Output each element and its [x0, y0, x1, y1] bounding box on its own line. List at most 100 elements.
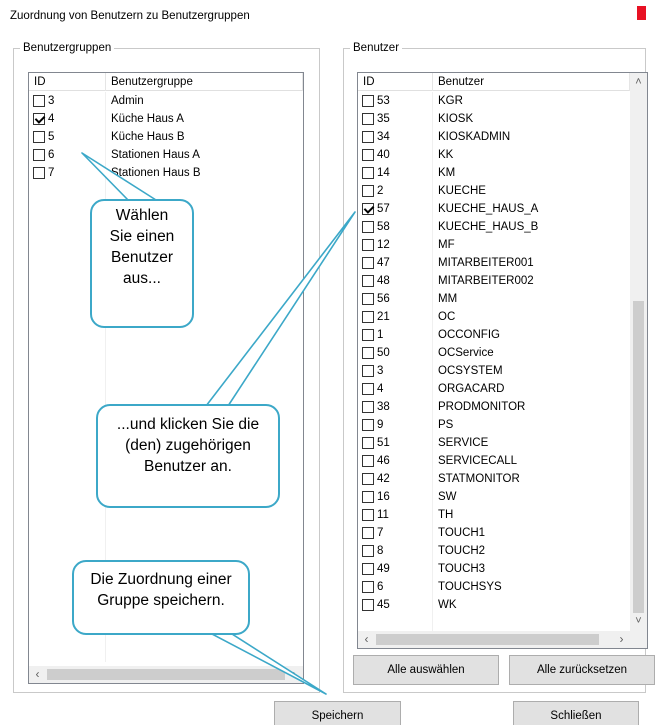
- checkbox[interactable]: [33, 149, 45, 161]
- list-item[interactable]: 38 PRODMONITOR: [358, 398, 630, 416]
- checkbox[interactable]: [33, 167, 45, 179]
- checkbox[interactable]: [362, 113, 374, 125]
- groups-hscrollbar[interactable]: ‹ ›: [29, 666, 303, 683]
- chevron-right-icon[interactable]: ›: [286, 666, 303, 683]
- checkbox[interactable]: [362, 581, 374, 593]
- checkbox[interactable]: [33, 95, 45, 107]
- chevron-up-icon[interactable]: ˄: [630, 74, 647, 91]
- item-id-text: 12: [377, 239, 390, 251]
- list-item[interactable]: 3 OCSYSTEM: [358, 362, 630, 380]
- item-id-text: 8: [377, 545, 384, 557]
- groups-list-header: ID Benutzergruppe: [29, 73, 303, 91]
- scrollbar-thumb[interactable]: [47, 669, 285, 680]
- checkbox[interactable]: [362, 203, 374, 215]
- checkbox[interactable]: [362, 419, 374, 431]
- list-item[interactable]: 16 SW: [358, 488, 630, 506]
- scrollbar-thumb[interactable]: [633, 301, 644, 613]
- checkbox[interactable]: [362, 455, 374, 467]
- checkbox[interactable]: [362, 401, 374, 413]
- checkbox[interactable]: [362, 275, 374, 287]
- list-item[interactable]: 46 SERVICECALL: [358, 452, 630, 470]
- callout-choose-user: Wählen Sie einen Benutzer aus...: [90, 199, 194, 328]
- column-header-user[interactable]: Benutzer: [433, 73, 630, 91]
- checkbox[interactable]: [362, 329, 374, 341]
- checkbox[interactable]: [362, 95, 374, 107]
- checkbox[interactable]: [362, 509, 374, 521]
- item-name-text: KM: [438, 167, 456, 179]
- list-item[interactable]: 51 SERVICE: [358, 434, 630, 452]
- scrollbar-thumb[interactable]: [376, 634, 599, 645]
- column-header-group[interactable]: Benutzergruppe: [106, 73, 303, 91]
- list-item[interactable]: 47 MITARBEITER001: [358, 254, 630, 272]
- list-item[interactable]: 12 MF: [358, 236, 630, 254]
- list-item[interactable]: 49 TOUCH3: [358, 560, 630, 578]
- list-item[interactable]: 40 KK: [358, 146, 630, 164]
- checkbox[interactable]: [362, 185, 374, 197]
- users-vscrollbar[interactable]: ˄ ˅: [630, 73, 647, 631]
- list-item[interactable]: 6 TOUCHSYS: [358, 578, 630, 596]
- users-hscrollbar[interactable]: ‹ ›: [358, 631, 647, 648]
- checkbox[interactable]: [362, 239, 374, 251]
- checkbox[interactable]: [33, 113, 45, 125]
- list-item[interactable]: 7 Stationen Haus B: [29, 164, 303, 182]
- chevron-down-icon[interactable]: ˅: [630, 613, 647, 630]
- close-window-button[interactable]: [637, 6, 646, 20]
- list-item[interactable]: 5 Küche Haus B: [29, 128, 303, 146]
- checkbox[interactable]: [362, 383, 374, 395]
- select-all-button[interactable]: Alle auswählen: [353, 655, 499, 685]
- list-item[interactable]: 4 Küche Haus A: [29, 110, 303, 128]
- list-item[interactable]: 2 KUECHE: [358, 182, 630, 200]
- checkbox[interactable]: [362, 311, 374, 323]
- list-item[interactable]: 45 WK: [358, 596, 630, 614]
- chevron-right-icon[interactable]: ›: [613, 631, 630, 648]
- chevron-left-icon[interactable]: ‹: [29, 666, 46, 683]
- list-item[interactable]: 48 MITARBEITER002: [358, 272, 630, 290]
- list-item-id: 7: [33, 166, 54, 180]
- save-button[interactable]: Speichern: [274, 701, 401, 725]
- list-item[interactable]: 1 OCCONFIG: [358, 326, 630, 344]
- list-item[interactable]: 9 PS: [358, 416, 630, 434]
- checkbox[interactable]: [362, 221, 374, 233]
- close-button[interactable]: Schließen: [513, 701, 639, 725]
- checkbox[interactable]: [362, 545, 374, 557]
- checkbox[interactable]: [362, 473, 374, 485]
- list-item[interactable]: 58 KUECHE_HAUS_B: [358, 218, 630, 236]
- list-item[interactable]: 21 OC: [358, 308, 630, 326]
- checkbox[interactable]: [362, 365, 374, 377]
- item-name-text: KUECHE_HAUS_B: [438, 221, 539, 233]
- chevron-left-icon[interactable]: ‹: [358, 631, 375, 648]
- list-item[interactable]: 7 TOUCH1: [358, 524, 630, 542]
- checkbox[interactable]: [362, 491, 374, 503]
- checkbox[interactable]: [362, 257, 374, 269]
- column-header-id[interactable]: ID: [358, 73, 433, 91]
- list-item[interactable]: 53 KGR: [358, 92, 630, 110]
- list-item[interactable]: 4 ORGACARD: [358, 380, 630, 398]
- list-item[interactable]: 14 KM: [358, 164, 630, 182]
- list-item[interactable]: 35 KIOSK: [358, 110, 630, 128]
- column-header-id[interactable]: ID: [29, 73, 106, 91]
- list-item[interactable]: 42 STATMONITOR: [358, 470, 630, 488]
- checkbox[interactable]: [362, 347, 374, 359]
- list-item[interactable]: 34 KIOSKADMIN: [358, 128, 630, 146]
- checkbox[interactable]: [362, 167, 374, 179]
- checkbox[interactable]: [33, 131, 45, 143]
- checkbox[interactable]: [362, 131, 374, 143]
- groups-legend: Benutzergruppen: [20, 41, 115, 55]
- reset-all-button[interactable]: Alle zurücksetzen: [509, 655, 655, 685]
- checkbox[interactable]: [362, 599, 374, 611]
- item-name-text: SERVICECALL: [438, 455, 518, 467]
- list-item[interactable]: 50 OCService: [358, 344, 630, 362]
- checkbox[interactable]: [362, 527, 374, 539]
- list-item-id: 5: [33, 130, 54, 144]
- users-list[interactable]: ID Benutzer 53 KGR 35 KIOSK 34 KIOSKADMIN 40 KK…: [357, 72, 648, 649]
- checkbox[interactable]: [362, 293, 374, 305]
- list-item[interactable]: 3 Admin: [29, 92, 303, 110]
- checkbox[interactable]: [362, 437, 374, 449]
- list-item[interactable]: 11 TH: [358, 506, 630, 524]
- list-item[interactable]: 57 KUECHE_HAUS_A: [358, 200, 630, 218]
- list-item[interactable]: 8 TOUCH2: [358, 542, 630, 560]
- list-item[interactable]: 56 MM: [358, 290, 630, 308]
- checkbox[interactable]: [362, 149, 374, 161]
- checkbox[interactable]: [362, 563, 374, 575]
- list-item[interactable]: 6 Stationen Haus A: [29, 146, 303, 164]
